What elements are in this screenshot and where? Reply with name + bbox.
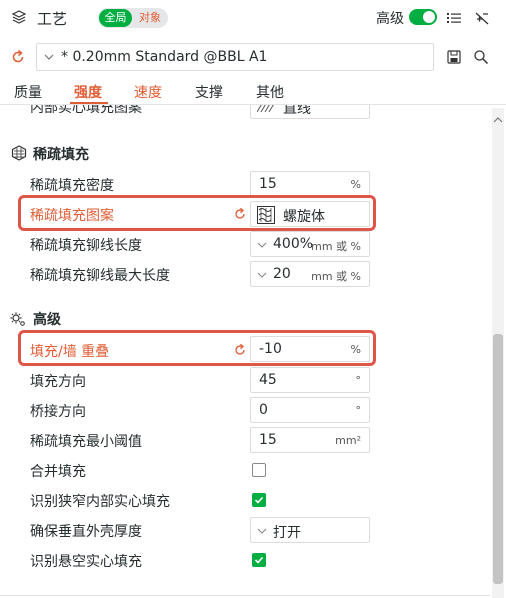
reset-icon[interactable] bbox=[233, 207, 247, 221]
infill-section-icon bbox=[11, 145, 27, 161]
detect-narrow-solid-label: 识别狭窄内部实心填充 bbox=[30, 494, 170, 510]
tab-support[interactable]: 支撑 bbox=[195, 82, 223, 102]
sparse-density-unit: % bbox=[350, 178, 361, 191]
min-infill-area-unit: mm² bbox=[335, 434, 361, 447]
sparse-density-label: 稀疏填充密度 bbox=[30, 178, 114, 194]
min-infill-area-value: 15 bbox=[259, 432, 277, 448]
bottom-divider bbox=[0, 595, 490, 596]
reset-icon[interactable] bbox=[233, 343, 247, 357]
infill-anchor-max-combo[interactable]: 20 mm 或 % bbox=[250, 261, 370, 287]
advanced-toggle[interactable] bbox=[409, 9, 437, 25]
scope-switch[interactable]: 全局 对象 bbox=[98, 8, 168, 28]
scroll-up-icon[interactable] bbox=[493, 116, 503, 124]
internal-solid-pattern-label: 内部实心填充图案 bbox=[30, 105, 142, 116]
preset-name: * 0.20mm Standard @BBL A1 bbox=[61, 49, 268, 65]
infill-direction-input[interactable]: 45 ° bbox=[250, 367, 370, 393]
gyroid-pattern-icon bbox=[257, 206, 275, 224]
check-icon bbox=[254, 556, 264, 564]
chevron-down-icon bbox=[257, 242, 267, 248]
infill-anchor-combo[interactable]: 400% mm 或 % bbox=[250, 231, 370, 257]
vertical-shell-value: 打开 bbox=[273, 525, 301, 541]
infill-anchor-max-value: 20 bbox=[273, 266, 291, 282]
list-icon[interactable] bbox=[446, 10, 462, 26]
sparse-infill-section-title: 稀疏填充 bbox=[33, 147, 89, 163]
scope-object-button[interactable]: 对象 bbox=[133, 9, 167, 27]
bridge-direction-input[interactable]: 0 ° bbox=[250, 397, 370, 423]
bridge-direction-unit: ° bbox=[355, 404, 362, 417]
infill-anchor-max-unit: mm 或 % bbox=[311, 270, 361, 283]
compare-icon[interactable] bbox=[474, 10, 490, 26]
panel-title: 工艺 bbox=[37, 10, 68, 28]
layers-icon bbox=[11, 10, 27, 24]
process-header: 工艺 全局 对象 高级 bbox=[0, 0, 506, 36]
undo-icon[interactable] bbox=[10, 49, 26, 65]
min-infill-area-input[interactable]: 15 mm² bbox=[250, 427, 370, 453]
advanced-label: 高级 bbox=[376, 11, 404, 27]
infill-anchor-label: 稀疏填充铆线长度 bbox=[30, 238, 142, 254]
infill-anchor-max-label: 稀疏填充铆线最大长度 bbox=[30, 268, 170, 284]
infill-wall-overlap-value: -10 bbox=[259, 341, 282, 357]
infill-combination-label: 合并填充 bbox=[30, 464, 86, 480]
tab-strength[interactable]: 强度 bbox=[74, 82, 102, 102]
scrollbar-thumb[interactable] bbox=[493, 334, 503, 584]
advanced-section-title: 高级 bbox=[33, 312, 61, 328]
save-icon[interactable] bbox=[447, 50, 461, 64]
internal-solid-pattern-select[interactable]: 直线 bbox=[250, 105, 370, 119]
chevron-down-icon bbox=[257, 272, 267, 278]
vertical-shell-select[interactable]: 打开 bbox=[250, 517, 370, 543]
sparse-density-value: 15 bbox=[259, 176, 277, 192]
preset-select[interactable]: * 0.20mm Standard @BBL A1 bbox=[36, 43, 434, 71]
sparse-pattern-value: 螺旋体 bbox=[283, 209, 325, 225]
infill-anchor-value: 400% bbox=[273, 236, 314, 252]
chevron-down-icon bbox=[44, 54, 54, 60]
detect-overhang-solid-label: 识别悬空实心填充 bbox=[30, 554, 142, 570]
bridge-direction-label: 桥接方向 bbox=[30, 404, 86, 420]
infill-wall-overlap-input[interactable]: -10 % bbox=[250, 336, 370, 362]
check-icon bbox=[254, 496, 264, 504]
infill-wall-overlap-label: 填充/墙 重叠 bbox=[30, 344, 110, 360]
detect-narrow-solid-checkbox[interactable] bbox=[252, 493, 266, 507]
sparse-density-input[interactable]: 15 % bbox=[250, 171, 370, 197]
sparse-pattern-label: 稀疏填充图案 bbox=[30, 208, 114, 224]
infill-direction-label: 填充方向 bbox=[30, 374, 86, 390]
bridge-direction-value: 0 bbox=[259, 402, 268, 418]
infill-wall-overlap-unit: % bbox=[350, 343, 361, 356]
sparse-pattern-select[interactable]: 螺旋体 bbox=[250, 201, 370, 227]
min-infill-area-label: 稀疏填充最小阈值 bbox=[30, 434, 142, 450]
search-icon[interactable] bbox=[473, 49, 489, 65]
infill-combination-checkbox[interactable] bbox=[252, 463, 266, 477]
tab-others[interactable]: 其他 bbox=[256, 82, 284, 102]
settings-scroll-area[interactable]: 内部实心填充图案 直线 稀疏填充 稀疏填充密度 15 % 稀疏填充图案 螺旋体 … bbox=[0, 105, 490, 598]
tab-speed[interactable]: 速度 bbox=[134, 82, 162, 102]
pattern-thumbnail-icon bbox=[257, 105, 274, 113]
internal-solid-pattern-value: 直线 bbox=[283, 105, 311, 117]
detect-overhang-solid-checkbox[interactable] bbox=[252, 553, 266, 567]
toggle-knob bbox=[423, 11, 435, 23]
gears-icon bbox=[10, 312, 25, 326]
infill-anchor-unit: mm 或 % bbox=[311, 240, 361, 253]
chevron-down-icon bbox=[257, 528, 267, 534]
scope-global-button[interactable]: 全局 bbox=[99, 9, 132, 27]
tab-quality[interactable]: 质量 bbox=[14, 82, 42, 102]
vertical-shell-label: 确保垂直外壳厚度 bbox=[30, 524, 142, 540]
infill-direction-value: 45 bbox=[259, 372, 277, 388]
infill-direction-unit: ° bbox=[355, 374, 362, 387]
